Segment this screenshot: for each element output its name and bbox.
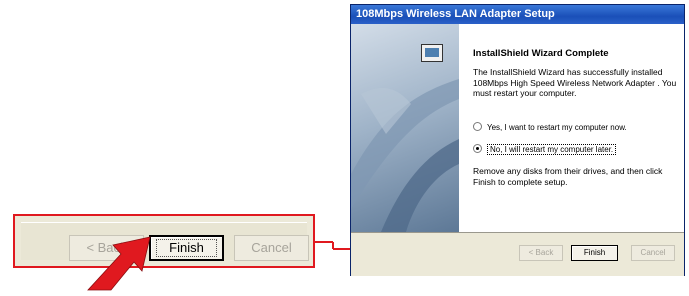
- dialog-body: InstallShield Wizard Complete The Instal…: [351, 24, 684, 233]
- radio-button[interactable]: [473, 122, 482, 132]
- radio-button-selected[interactable]: [473, 144, 482, 154]
- wizard-note-wrap: Remove any disks from their drives, and …: [473, 166, 678, 187]
- dialog-titlebar[interactable]: 108Mbps Wireless LAN Adapter Setup: [351, 5, 684, 24]
- radio-restart-now[interactable]: Yes, I want to restart my computer now.: [473, 122, 627, 134]
- back-button: < Back: [519, 245, 563, 261]
- radio-label: Yes, I want to restart my computer now.: [487, 123, 627, 132]
- wizard-side-panel: [351, 24, 459, 232]
- setup-dialog: 108Mbps Wireless LAN Adapter Setup Insta…: [350, 4, 685, 276]
- finish-button[interactable]: Finish: [571, 245, 618, 261]
- radio-label: No, I will restart my computer later.: [487, 144, 617, 155]
- wizard-note: Remove any disks from their drives, and …: [473, 166, 663, 187]
- dialog-footer: < Back Finish Cancel: [351, 233, 684, 276]
- wizard-content: InstallShield Wizard Complete The Instal…: [473, 32, 678, 99]
- radio-restart-later[interactable]: No, I will restart my computer later.: [473, 144, 617, 156]
- wizard-message: The InstallShield Wizard has successfull…: [473, 67, 677, 98]
- wizard-heading: InstallShield Wizard Complete: [473, 48, 609, 59]
- red-pointer-arrow-icon: [87, 236, 151, 291]
- cancel-button: Cancel: [631, 245, 675, 261]
- setup-computer-icon: [421, 44, 443, 62]
